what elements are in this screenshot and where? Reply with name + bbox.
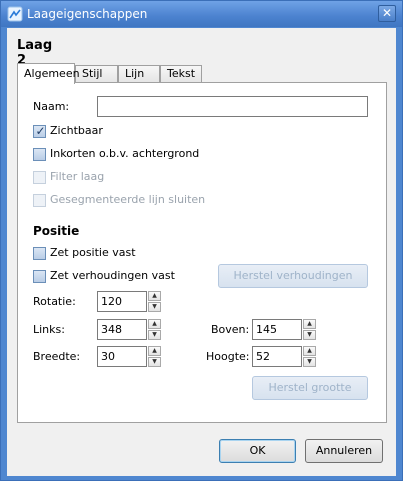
spin-up-icon[interactable]: ▲	[148, 319, 161, 329]
close-segmented-line-label: Gesegmenteerde lijn sluiten	[50, 193, 206, 206]
tab-label: Stijl	[82, 67, 103, 80]
checkmark-icon: ✓	[35, 124, 46, 138]
spin-up-icon[interactable]: ▲	[303, 319, 316, 329]
fix-position-checkbox[interactable]	[33, 247, 46, 260]
spin-up-icon[interactable]: ▲	[148, 291, 161, 301]
height-label: Hoogte:	[206, 350, 250, 363]
width-input[interactable]	[97, 346, 147, 367]
fix-ratio-checkbox[interactable]	[33, 270, 46, 283]
left-input[interactable]	[97, 319, 147, 340]
title-bar[interactable]: Laageigenschappen ✕	[1, 1, 402, 27]
top-label: Boven:	[211, 323, 250, 336]
spin-down-icon[interactable]: ▼	[148, 302, 161, 312]
fix-position-label: Zet positie vast	[50, 246, 136, 259]
tab-algemeen[interactable]: Algemeen	[17, 63, 80, 84]
width-label: Breedte:	[33, 350, 81, 363]
rotation-label: Rotatie:	[33, 295, 76, 308]
dialog-body: Laag 2 (Lijn) Algemeen Stijl Lijn Tekst …	[7, 28, 396, 476]
tab-label: Algemeen	[24, 67, 80, 80]
tab-label: Lijn	[125, 67, 145, 80]
visible-checkbox[interactable]: ✓	[33, 124, 46, 138]
tab-label: Tekst	[167, 67, 196, 80]
app-icon	[7, 6, 23, 22]
fix-ratio-label: Zet verhoudingen vast	[50, 269, 175, 282]
visible-label: Zichtbaar	[50, 124, 103, 137]
filter-layer-checkbox	[33, 171, 46, 184]
reset-ratio-button: Herstel verhoudingen	[218, 264, 368, 288]
spin-down-icon[interactable]: ▼	[303, 330, 316, 340]
spin-up-icon[interactable]: ▲	[303, 346, 316, 356]
cancel-button[interactable]: Annuleren	[305, 439, 383, 463]
rotation-input[interactable]	[97, 291, 147, 312]
left-label: Links:	[33, 323, 65, 336]
ok-button[interactable]: OK	[219, 439, 296, 463]
spin-down-icon[interactable]: ▼	[148, 357, 161, 367]
filter-layer-label: Filter laag	[50, 170, 105, 183]
window-title: Laageigenschappen	[27, 7, 148, 21]
top-input[interactable]	[252, 319, 302, 340]
spin-up-icon[interactable]: ▲	[148, 346, 161, 356]
tab-stijl[interactable]: Stijl	[75, 65, 118, 83]
spin-down-icon[interactable]: ▼	[303, 357, 316, 367]
close-segmented-line-checkbox	[33, 194, 46, 207]
reset-size-button: Herstel grootte	[252, 376, 368, 400]
name-label: Naam:	[33, 100, 70, 113]
position-section-title: Positie	[33, 224, 80, 238]
name-input[interactable]	[97, 96, 368, 117]
dialog-window: Laageigenschappen ✕ Laag 2 (Lijn) Algeme…	[0, 0, 403, 481]
height-input[interactable]	[252, 346, 302, 367]
crop-background-label: Inkorten o.b.v. achtergrond	[50, 147, 200, 160]
close-button[interactable]: ✕	[378, 5, 396, 22]
spin-down-icon[interactable]: ▼	[148, 330, 161, 340]
tab-lijn[interactable]: Lijn	[118, 65, 160, 83]
crop-background-checkbox[interactable]	[33, 148, 46, 161]
tab-tekst[interactable]: Tekst	[160, 65, 202, 83]
close-icon: ✕	[381, 6, 393, 20]
